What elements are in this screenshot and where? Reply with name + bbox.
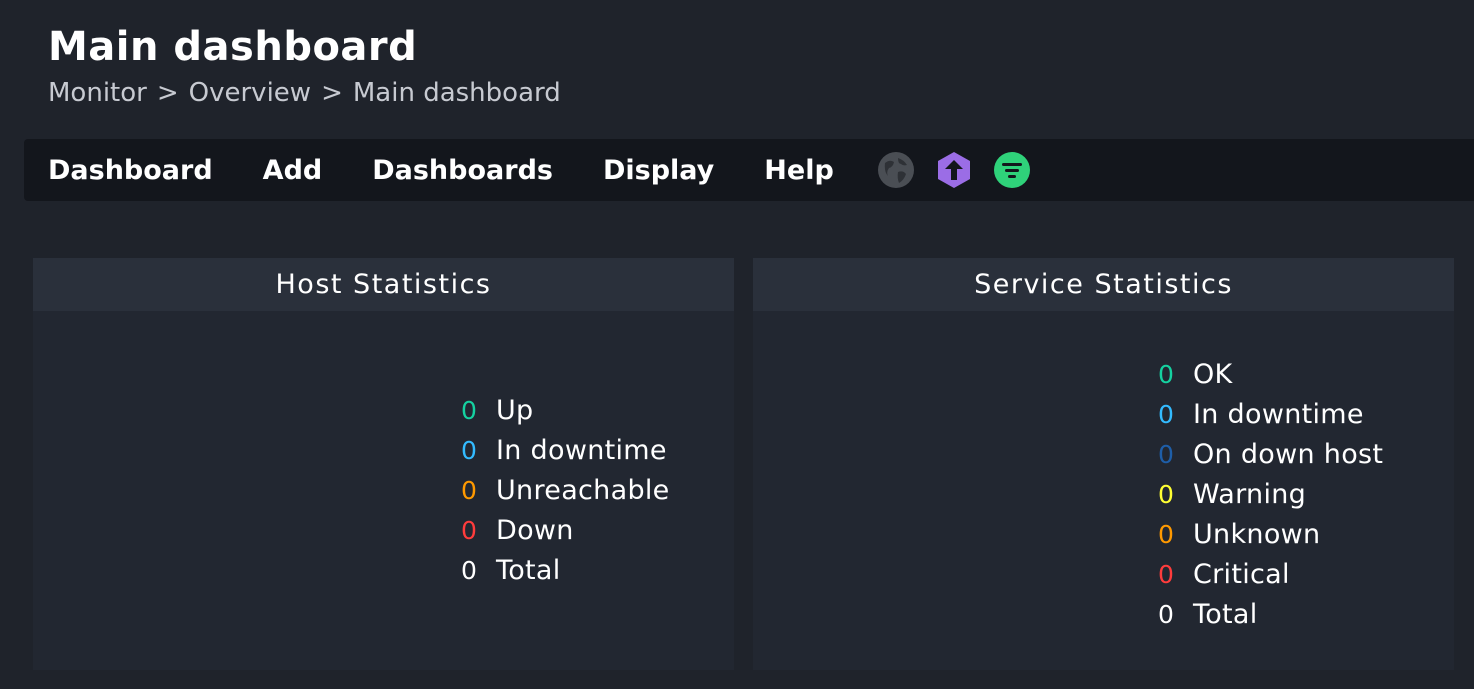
stat-label: Total	[496, 554, 561, 586]
menu-display[interactable]: Display	[603, 155, 714, 186]
stat-label: Warning	[1193, 478, 1307, 510]
stat-row-unreachable[interactable]: 0 Unreachable	[461, 470, 670, 510]
host-stats-list: 0 Up 0 In downtime 0 Unreachable 0 Down …	[461, 390, 670, 590]
panel-title: Host Statistics	[33, 258, 734, 311]
service-stats-list: 0 OK 0 In downtime 0 On down host 0 Warn…	[1158, 354, 1383, 634]
stat-count[interactable]: 0	[1158, 440, 1193, 469]
stat-row-total[interactable]: 0 Total	[461, 550, 670, 590]
service-statistics-panel: Service Statistics 0 OK 0 In downtime 0 …	[753, 258, 1454, 670]
stat-label: In downtime	[496, 434, 667, 466]
stat-label: OK	[1193, 358, 1233, 390]
stat-row-up[interactable]: 0 Up	[461, 390, 670, 430]
page: Main dashboard Monitor > Overview > Main…	[0, 0, 1474, 689]
stat-label: Critical	[1193, 558, 1290, 590]
breadcrumb-separator: >	[156, 78, 179, 108]
stat-label: Unreachable	[496, 474, 670, 506]
menu-bar: Dashboard Add Dashboards Display Help	[24, 139, 1474, 201]
stat-label: Down	[496, 514, 574, 546]
host-statistics-panel: Host Statistics 0 Up 0 In downtime 0 Unr…	[33, 258, 734, 670]
stat-row-in-downtime[interactable]: 0 In downtime	[461, 430, 670, 470]
breadcrumb-separator: >	[321, 78, 343, 108]
stat-label: Unknown	[1193, 518, 1321, 550]
stat-label: On down host	[1193, 438, 1384, 470]
stat-count[interactable]: 0	[1158, 360, 1193, 389]
menu-help[interactable]: Help	[764, 155, 834, 186]
stat-row-down[interactable]: 0 Down	[461, 510, 670, 550]
breadcrumb-overview[interactable]: Overview	[189, 78, 311, 108]
stat-count[interactable]: 0	[1158, 560, 1193, 589]
upgrade-arrow-icon[interactable]	[934, 150, 974, 190]
stat-count[interactable]: 0	[461, 436, 496, 465]
stat-count[interactable]: 0	[461, 556, 496, 585]
stat-count[interactable]: 0	[461, 516, 496, 545]
panel-title: Service Statistics	[753, 258, 1454, 311]
stat-count[interactable]: 0	[461, 396, 496, 425]
breadcrumb-monitor[interactable]: Monitor	[48, 78, 147, 108]
stat-count[interactable]: 0	[461, 476, 496, 505]
stat-label: In downtime	[1193, 398, 1364, 430]
globe-icon[interactable]	[876, 150, 916, 190]
stat-count[interactable]: 0	[1158, 400, 1193, 429]
menu-icons	[876, 150, 1032, 190]
filter-icon[interactable]	[992, 150, 1032, 190]
breadcrumb-main-dashboard[interactable]: Main dashboard	[353, 78, 561, 108]
stat-row-critical[interactable]: 0 Critical	[1158, 554, 1383, 594]
page-title: Main dashboard	[48, 24, 418, 70]
stat-row-warning[interactable]: 0 Warning	[1158, 474, 1383, 514]
stat-count[interactable]: 0	[1158, 520, 1193, 549]
stat-row-in-downtime[interactable]: 0 In downtime	[1158, 394, 1383, 434]
stat-label: Total	[1193, 598, 1258, 630]
menu-dashboard[interactable]: Dashboard	[48, 155, 213, 186]
menu-add[interactable]: Add	[263, 155, 323, 186]
stat-row-ok[interactable]: 0 OK	[1158, 354, 1383, 394]
stat-label: Up	[496, 394, 534, 426]
stat-count[interactable]: 0	[1158, 480, 1193, 509]
stat-row-unknown[interactable]: 0 Unknown	[1158, 514, 1383, 554]
breadcrumb: Monitor > Overview > Main dashboard	[48, 78, 561, 108]
stat-row-total[interactable]: 0 Total	[1158, 594, 1383, 634]
menu-dashboards[interactable]: Dashboards	[372, 155, 553, 186]
stat-count[interactable]: 0	[1158, 600, 1193, 629]
stat-row-on-down-host[interactable]: 0 On down host	[1158, 434, 1383, 474]
